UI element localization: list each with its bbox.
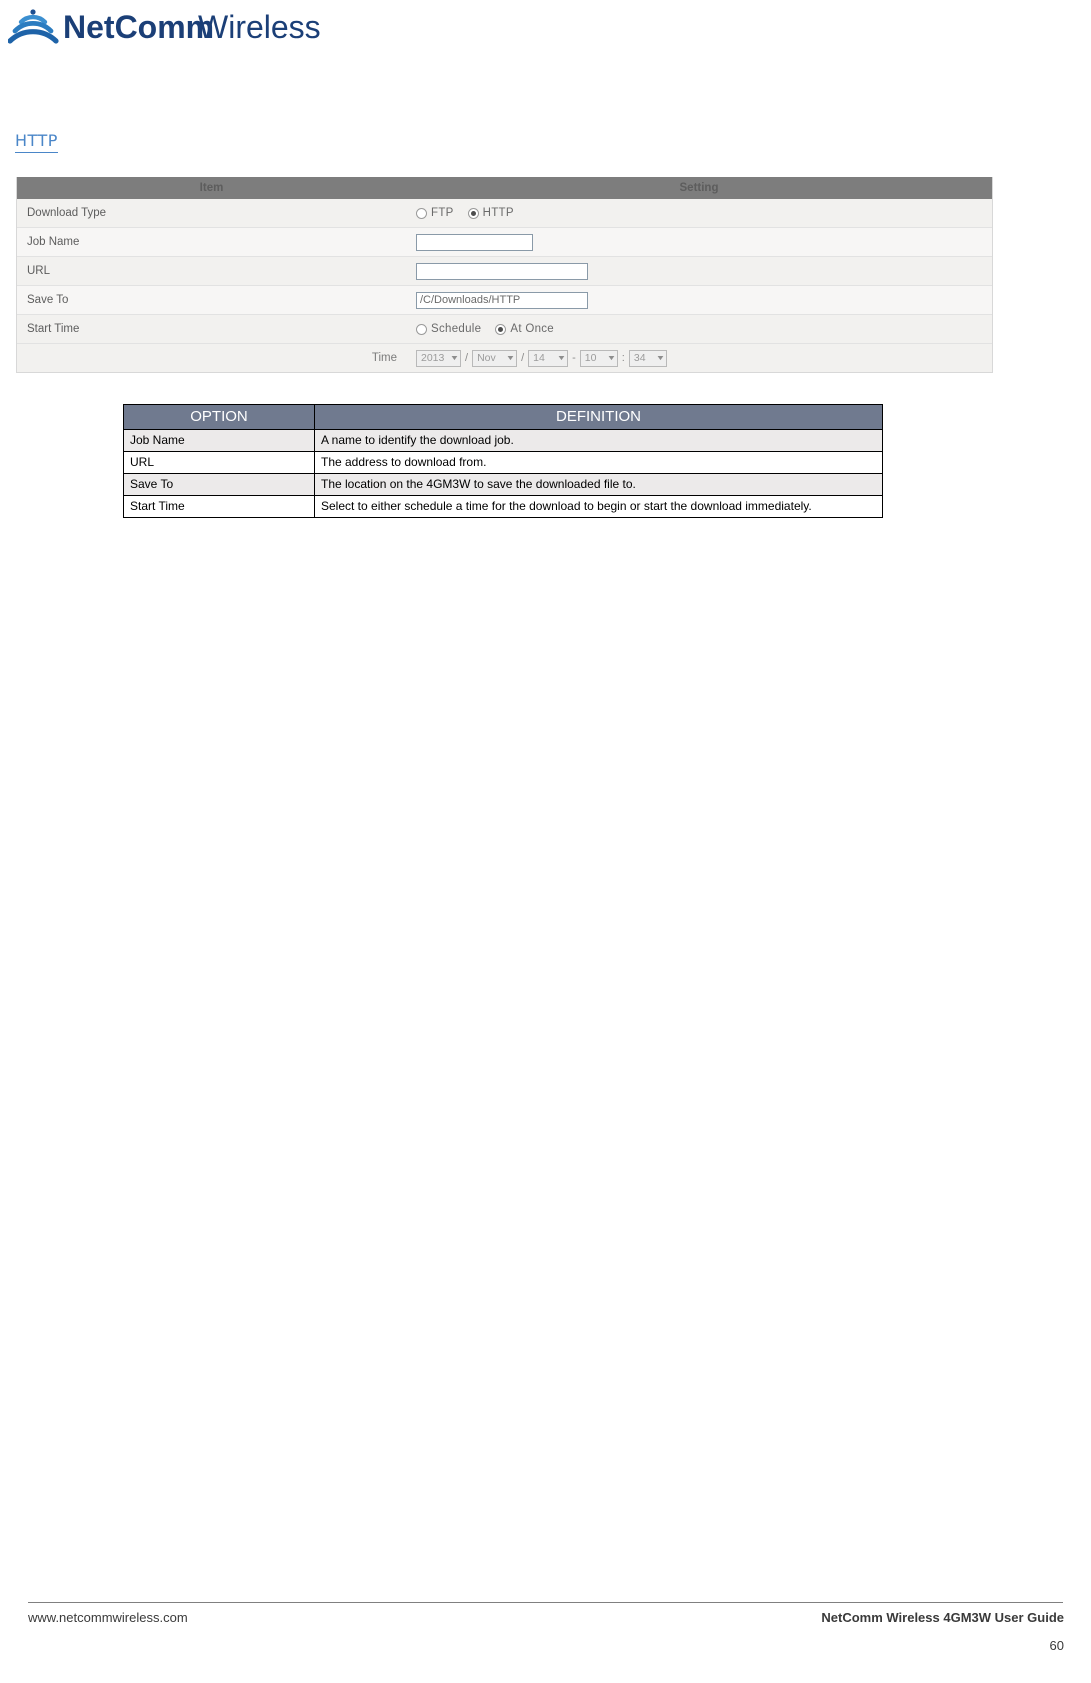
radio-at-once[interactable] (495, 323, 507, 335)
date-time-dash: - (572, 352, 576, 364)
header-item: Item (199, 182, 224, 194)
footer-website: www.netcommwireless.com (28, 1610, 188, 1625)
options-definitions-table: OPTION DEFINITION Job Name A name to ide… (123, 404, 883, 518)
label-save-to: Save To (27, 294, 69, 306)
row-time: Time 2013 ▼ / Nov ▼ / 14 ▼ - 10 ▼ : 34 ▼ (17, 344, 992, 372)
chevron-down-icon: ▼ (606, 354, 617, 362)
radio-schedule-label: Schedule (431, 323, 482, 335)
minute-select[interactable]: 34 ▼ (628, 349, 667, 367)
header-option: OPTION (123, 404, 315, 430)
radio-schedule[interactable] (416, 323, 427, 335)
job-name-input[interactable] (416, 233, 533, 251)
month-select[interactable]: Nov ▼ (472, 349, 518, 367)
label-url: URL (27, 265, 51, 277)
page-title: HTTP (15, 131, 58, 153)
chevron-down-icon: ▼ (449, 354, 460, 362)
option-save-to: Save To (123, 473, 315, 496)
router-config-form: Item Setting Download Type FTP HTTP Job … (16, 177, 993, 373)
definition-job-name: A name to identify the download job. (314, 429, 883, 452)
setting-url (406, 262, 992, 280)
day-value: 14 (533, 352, 545, 364)
label-download-type: Download Type (27, 207, 107, 219)
logo-secondary-text: Wireless (198, 9, 321, 45)
option-job-name: Job Name (123, 429, 315, 452)
date-separator-1: / (465, 352, 469, 364)
url-input[interactable] (416, 262, 588, 280)
year-select[interactable]: 2013 ▼ (416, 349, 461, 367)
month-value: Nov (477, 352, 496, 364)
table-row: Job Name A name to identify the download… (123, 429, 883, 452)
label-job-name: Job Name (27, 236, 80, 248)
chevron-down-icon: ▼ (505, 354, 516, 362)
row-url: URL (17, 257, 992, 286)
table-row: URL The address to download from. (123, 451, 883, 474)
date-separator-2: / (521, 352, 525, 364)
wifi-signal-icon (8, 9, 59, 44)
option-url: URL (123, 451, 315, 474)
day-select[interactable]: 14 ▼ (528, 349, 569, 367)
label-time: Time (371, 352, 397, 364)
definition-url: The address to download from. (314, 451, 883, 474)
row-download-type: Download Type FTP HTTP (17, 199, 992, 228)
setting-save-to (406, 291, 992, 309)
row-start-time: Start Time Schedule At Once (17, 315, 992, 344)
option-start-time: Start Time (123, 495, 315, 518)
radio-http-label: HTTP (482, 207, 514, 219)
setting-download-type: FTP HTTP (406, 207, 992, 219)
time-selectors: 2013 ▼ / Nov ▼ / 14 ▼ - 10 ▼ : 34 ▼ (406, 349, 667, 367)
netcomm-wireless-logo: NetComm Wireless (8, 2, 338, 52)
footer-divider (28, 1602, 1063, 1603)
row-job-name: Job Name (17, 228, 992, 257)
hour-select[interactable]: 10 ▼ (579, 349, 618, 367)
footer-guide-title: NetComm Wireless 4GM3W User Guide (821, 1610, 1064, 1625)
logo-primary-text: NetComm (63, 9, 214, 45)
form-table-header: Item Setting (17, 177, 992, 199)
table-row: Save To The location on the 4GM3W to sav… (123, 473, 883, 496)
label-start-time: Start Time (27, 323, 80, 335)
chevron-down-icon: ▼ (655, 354, 666, 362)
footer-page-number: 60 (1049, 1638, 1064, 1653)
row-save-to: Save To (17, 286, 992, 315)
setting-job-name (406, 233, 992, 251)
hour-value: 10 (584, 352, 597, 364)
radio-ftp-label: FTP (431, 207, 454, 219)
radio-ftp[interactable] (416, 207, 427, 219)
radio-http[interactable] (467, 207, 479, 219)
definition-save-to: The location on the 4GM3W to save the do… (314, 473, 883, 496)
definition-start-time: Select to either schedule a time for the… (314, 495, 883, 518)
radio-at-once-label: At Once (510, 323, 555, 335)
table-row: Start Time Select to either schedule a t… (123, 495, 883, 518)
chevron-down-icon: ▼ (556, 354, 567, 362)
logo-svg: NetComm Wireless (8, 9, 321, 45)
time-colon: : (621, 352, 625, 364)
header-definition: DEFINITION (314, 404, 883, 430)
year-value: 2013 (421, 352, 445, 364)
setting-start-time: Schedule At Once (406, 323, 992, 335)
header-setting: Setting (679, 182, 719, 194)
minute-value: 34 (633, 352, 646, 364)
save-to-input[interactable] (416, 291, 588, 309)
table-header-row: OPTION DEFINITION (123, 404, 883, 430)
